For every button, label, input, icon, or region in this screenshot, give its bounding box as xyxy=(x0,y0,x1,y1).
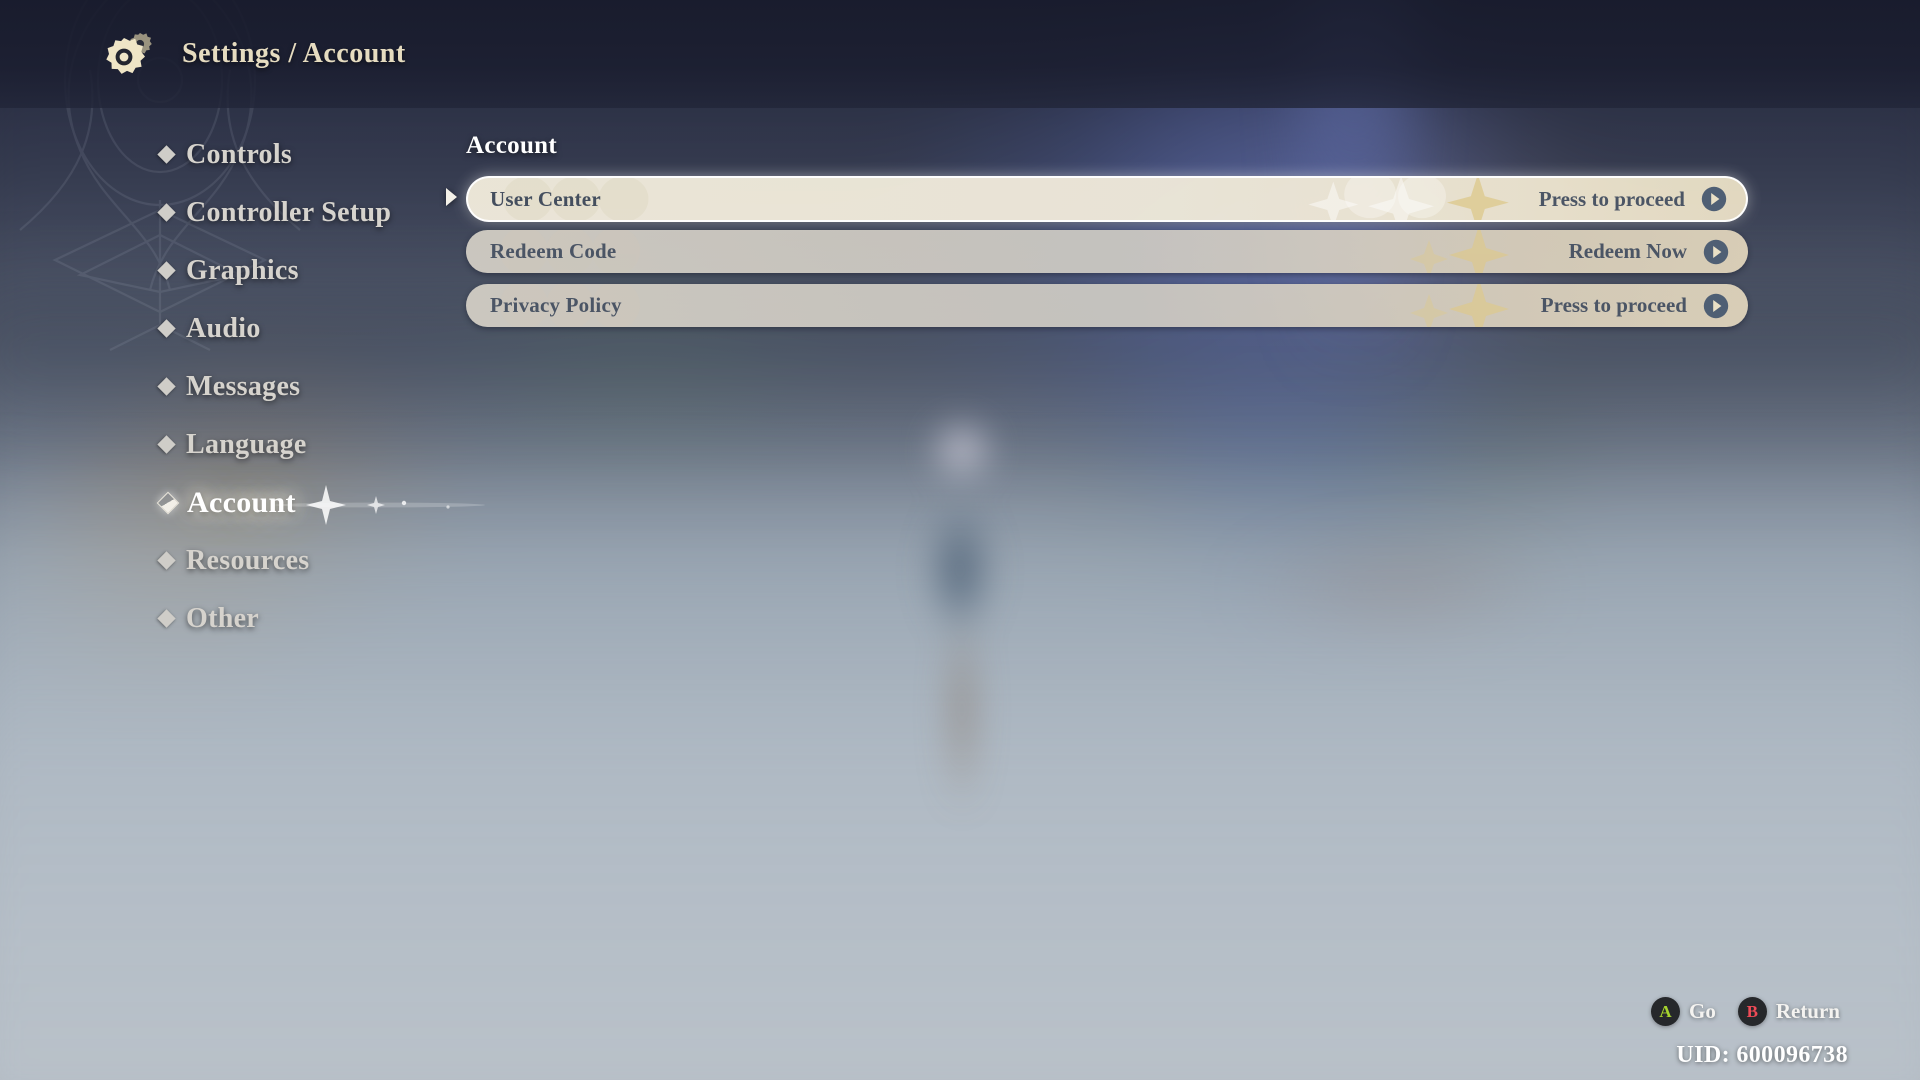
sidebar-item-label: Controls xyxy=(186,138,293,170)
diamond-bullet-icon xyxy=(157,377,176,396)
sidebar-item-label: Language xyxy=(186,428,307,460)
diamond-bullet-icon xyxy=(157,435,176,454)
diamond-bullet-icon xyxy=(157,145,176,164)
chevron-right-circle-icon[interactable] xyxy=(1703,239,1729,265)
sidebar-item-controller-setup[interactable]: Controller Setup xyxy=(157,193,460,232)
row-action-group[interactable]: Redeem Now xyxy=(1569,239,1748,265)
sidebar-item-label: Graphics xyxy=(186,254,299,286)
row-label: Privacy Policy xyxy=(490,293,622,317)
background-character-silhouette xyxy=(900,420,1030,820)
settings-sidebar: Controls Controller Setup Graphics Audio… xyxy=(156,135,485,657)
sidebar-item-controls[interactable]: Controls xyxy=(157,135,460,174)
selection-pointer-icon xyxy=(446,188,457,206)
chevron-right-circle-icon[interactable] xyxy=(1701,186,1727,212)
header-content: Settings / Account xyxy=(0,0,1920,108)
hint-go[interactable]: A Go xyxy=(1650,997,1716,1026)
controller-hints: A Go B Return xyxy=(1650,997,1840,1026)
sparkle-icon xyxy=(270,477,490,525)
diamond-bullet-icon xyxy=(157,319,176,338)
row-user-center[interactable]: User Center Press to proceed xyxy=(466,176,1748,222)
row-action-label: Redeem Now xyxy=(1568,239,1687,263)
diamond-bullet-icon xyxy=(157,551,176,570)
sidebar-item-label: Audio xyxy=(186,312,261,344)
diamond-outline-bullet-icon xyxy=(156,491,180,514)
row-label: User Center xyxy=(490,186,601,211)
hint-label: Go xyxy=(1688,999,1716,1023)
hint-return[interactable]: B Return xyxy=(1737,997,1840,1026)
diamond-bullet-icon xyxy=(157,609,176,628)
hint-label: Return xyxy=(1775,999,1840,1023)
page-title: Account xyxy=(466,132,557,159)
sidebar-item-label: Resources xyxy=(186,544,310,576)
account-panel: Account User Center Press to proceed Red… xyxy=(446,132,1766,338)
settings-screen: Settings / Account Controls Controller S… xyxy=(0,0,1920,1080)
sidebar-item-label: Messages xyxy=(186,370,301,402)
row-sparkle-decoration xyxy=(466,230,1748,273)
settings-row-wrap: Privacy Policy Press to proceed xyxy=(466,284,1766,327)
sidebar-item-language[interactable]: Language xyxy=(157,425,460,464)
sidebar-item-messages[interactable]: Messages xyxy=(157,367,460,406)
row-redeem-code[interactable]: Redeem Code Redeem Now xyxy=(466,230,1748,273)
uid-label: UID: 600096738 xyxy=(1676,1042,1848,1068)
row-action-label: Press to proceed xyxy=(1540,293,1687,317)
row-action-group[interactable]: Press to proceed xyxy=(1541,293,1748,319)
row-action-group[interactable]: Press to proceed xyxy=(1539,186,1746,212)
diamond-bullet-icon xyxy=(157,261,176,280)
row-action-label: Press to proceed xyxy=(1538,186,1685,211)
chevron-right-circle-icon[interactable] xyxy=(1703,293,1729,319)
sidebar-item-label: Other xyxy=(186,602,260,634)
diamond-bullet-icon xyxy=(157,203,176,222)
row-label: Redeem Code xyxy=(490,239,617,263)
sidebar-item-account[interactable]: Account xyxy=(156,483,485,525)
sidebar-item-other[interactable]: Other xyxy=(157,599,460,638)
sidebar-item-audio[interactable]: Audio xyxy=(157,309,460,348)
sidebar-item-label: Controller Setup xyxy=(186,196,392,228)
settings-row-wrap: Redeem Code Redeem Now xyxy=(466,230,1766,273)
sidebar-item-label: Account xyxy=(187,485,296,519)
settings-row-wrap: User Center Press to proceed xyxy=(446,176,1766,222)
button-b-icon: B xyxy=(1737,997,1767,1026)
sidebar-item-graphics[interactable]: Graphics xyxy=(157,251,460,290)
sidebar-item-resources[interactable]: Resources xyxy=(157,541,460,580)
breadcrumb: Settings / Account xyxy=(182,38,406,69)
button-a-icon: A xyxy=(1650,997,1680,1026)
row-privacy-policy[interactable]: Privacy Policy Press to proceed xyxy=(466,284,1748,327)
gear-icon xyxy=(100,25,158,83)
